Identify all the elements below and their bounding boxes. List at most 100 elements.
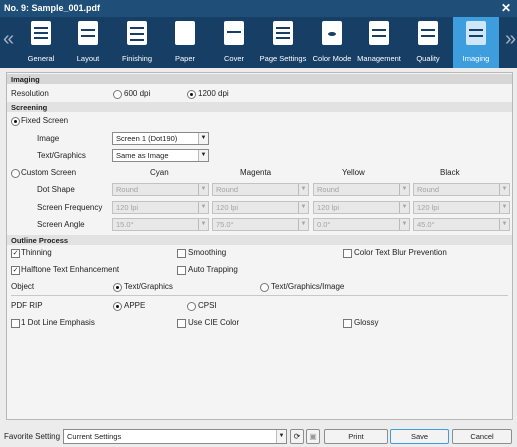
resolution-1200-radio[interactable] bbox=[187, 90, 196, 99]
title-bar: No. 9: Sample_001.pdf ✕ bbox=[0, 0, 517, 17]
glossy-checkbox[interactable] bbox=[343, 319, 352, 328]
screening-header: Screening bbox=[7, 102, 512, 112]
cyan-angle-select[interactable]: 15.0° ▼ bbox=[112, 218, 209, 231]
favorite-setting-label: Favorite Setting bbox=[4, 432, 61, 441]
save-button[interactable]: Save bbox=[390, 429, 449, 444]
custom-screen-label: Custom Screen bbox=[21, 168, 77, 177]
tab-label: Imaging bbox=[462, 54, 490, 63]
auto-trapping-label: Auto Trapping bbox=[188, 265, 238, 274]
tab-finishing[interactable]: Finishing bbox=[114, 17, 160, 68]
yellow-dot-shape-select[interactable]: Round ▼ bbox=[313, 183, 410, 196]
window-title: No. 9: Sample_001.pdf bbox=[4, 3, 101, 13]
cancel-button[interactable]: Cancel bbox=[452, 429, 512, 444]
use-cie-color-label: Use CIE Color bbox=[188, 318, 240, 327]
imaging-panel: Imaging Resolution 600 dpi 1200 dpi Scre… bbox=[6, 72, 513, 420]
custom-screen-radio[interactable] bbox=[11, 169, 20, 178]
thinning-label: Thinning bbox=[21, 248, 52, 257]
layout-icon bbox=[78, 21, 98, 45]
cyan-frequency-select[interactable]: 120 lpi ▼ bbox=[112, 201, 209, 214]
one-dot-line-checkbox[interactable] bbox=[11, 319, 20, 328]
finishing-icon bbox=[127, 21, 147, 45]
yellow-angle-select[interactable]: 0.0° ▼ bbox=[313, 218, 410, 231]
imaging-header: Imaging bbox=[7, 74, 512, 84]
object-text-graphics-image-label: Text/Graphics/Image bbox=[271, 282, 345, 291]
management-icon bbox=[369, 21, 389, 45]
color-mode-icon bbox=[322, 21, 342, 45]
imaging-icon bbox=[466, 21, 486, 45]
cyan-dot-shape-select[interactable]: Round ▼ bbox=[112, 183, 209, 196]
previous-arrow-icon[interactable]: « bbox=[3, 29, 14, 49]
quality-icon bbox=[418, 21, 438, 45]
tab-general[interactable]: General bbox=[18, 17, 64, 68]
tab-page-settings[interactable]: Page Settings bbox=[260, 17, 306, 68]
smoothing-label: Smoothing bbox=[188, 248, 227, 257]
object-text-graphics-image-radio[interactable] bbox=[260, 283, 269, 292]
footer-bar: Favorite Setting Current Settings ▼ ⟳ ▣ P… bbox=[0, 426, 517, 447]
halftone-text-checkbox[interactable]: ✓ bbox=[11, 266, 20, 275]
object-label: Object bbox=[11, 282, 35, 291]
object-text-graphics-label: Text/Graphics bbox=[124, 282, 173, 291]
tab-color-mode[interactable]: Color Mode bbox=[309, 17, 355, 68]
glossy-label: Glossy bbox=[354, 318, 379, 327]
appe-label: APPE bbox=[124, 301, 146, 310]
next-arrow-icon[interactable]: » bbox=[505, 29, 516, 49]
general-icon bbox=[31, 21, 51, 45]
object-text-graphics-radio[interactable] bbox=[113, 283, 122, 292]
screen-frequency-label: Screen Frequency bbox=[37, 203, 103, 212]
column-magenta: Magenta bbox=[240, 168, 272, 177]
black-angle-select[interactable]: 45.0° ▼ bbox=[413, 218, 510, 231]
divider bbox=[11, 295, 508, 296]
column-cyan: Cyan bbox=[150, 168, 169, 177]
image-screen-select[interactable]: Screen 1 (Dot190) ▼ bbox=[112, 132, 209, 145]
category-toolbar: « General Layout Finishing Paper Cover P… bbox=[0, 17, 517, 68]
color-text-blur-checkbox[interactable] bbox=[343, 249, 352, 258]
tab-cover[interactable]: Cover bbox=[211, 17, 257, 68]
auto-trapping-checkbox[interactable] bbox=[177, 266, 186, 275]
use-cie-color-checkbox[interactable] bbox=[177, 319, 186, 328]
page-settings-icon bbox=[273, 21, 293, 45]
resolution-1200-label: 1200 dpi bbox=[198, 89, 229, 98]
image-label: Image bbox=[37, 134, 60, 143]
cover-icon bbox=[224, 21, 244, 45]
refresh-icon[interactable]: ⟳ bbox=[290, 429, 304, 444]
pdf-rip-label: PDF RIP bbox=[11, 301, 43, 310]
dot-shape-label: Dot Shape bbox=[37, 185, 75, 194]
tab-quality[interactable]: Quality bbox=[405, 17, 451, 68]
chevron-down-icon: ▼ bbox=[198, 150, 208, 161]
smoothing-checkbox[interactable] bbox=[177, 249, 186, 258]
close-icon[interactable]: ✕ bbox=[501, 1, 511, 15]
magenta-angle-select[interactable]: 75.0° ▼ bbox=[212, 218, 309, 231]
tab-paper[interactable]: Paper bbox=[162, 17, 208, 68]
black-frequency-select[interactable]: 120 lpi ▼ bbox=[413, 201, 510, 214]
text-graphics-label: Text/Graphics bbox=[37, 151, 86, 160]
text-graphics-screen-select[interactable]: Same as Image ▼ bbox=[112, 149, 209, 162]
tab-imaging[interactable]: Imaging bbox=[453, 17, 499, 68]
outline-process-header: Outline Process bbox=[7, 235, 512, 245]
chevron-down-icon: ▼ bbox=[276, 430, 286, 443]
cpsi-label: CPSI bbox=[198, 301, 217, 310]
cpsi-radio[interactable] bbox=[187, 302, 196, 311]
magenta-frequency-select[interactable]: 120 lpi ▼ bbox=[212, 201, 309, 214]
appe-radio[interactable] bbox=[113, 302, 122, 311]
halftone-text-label: Halftone Text Enhancement bbox=[21, 265, 120, 274]
tab-layout[interactable]: Layout bbox=[65, 17, 111, 68]
fixed-screen-radio[interactable] bbox=[11, 117, 20, 126]
resolution-label: Resolution bbox=[11, 89, 49, 98]
one-dot-line-label: 1 Dot Line Emphasis bbox=[21, 318, 95, 327]
color-text-blur-label: Color Text Blur Prevention bbox=[354, 248, 447, 257]
black-dot-shape-select[interactable]: Round ▼ bbox=[413, 183, 510, 196]
column-yellow: Yellow bbox=[342, 168, 365, 177]
yellow-frequency-select[interactable]: 120 lpi ▼ bbox=[313, 201, 410, 214]
print-button[interactable]: Print bbox=[324, 429, 388, 444]
save-favorite-icon[interactable]: ▣ bbox=[306, 429, 320, 444]
paper-icon bbox=[175, 21, 195, 45]
favorite-setting-select[interactable]: Current Settings ▼ bbox=[63, 429, 287, 444]
tab-management[interactable]: Management bbox=[356, 17, 402, 68]
magenta-dot-shape-select[interactable]: Round ▼ bbox=[212, 183, 309, 196]
chevron-down-icon: ▼ bbox=[198, 133, 208, 144]
resolution-600-label: 600 dpi bbox=[124, 89, 151, 98]
fixed-screen-label: Fixed Screen bbox=[21, 116, 69, 125]
thinning-checkbox[interactable]: ✓ bbox=[11, 249, 20, 258]
screen-angle-label: Screen Angle bbox=[37, 220, 85, 229]
resolution-600-radio[interactable] bbox=[113, 90, 122, 99]
